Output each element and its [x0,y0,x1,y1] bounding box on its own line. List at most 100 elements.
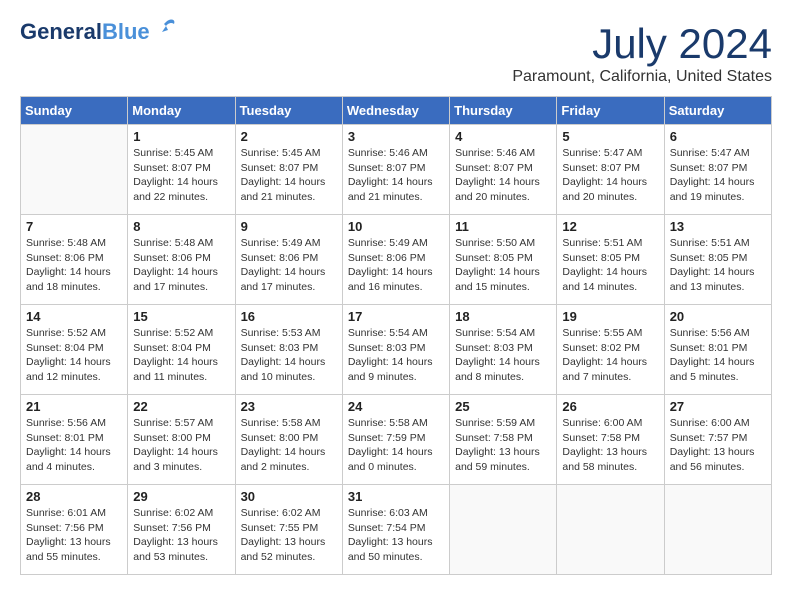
day-info: Sunrise: 6:02 AM Sunset: 7:56 PM Dayligh… [133,506,229,565]
calendar-cell: 5 Sunrise: 5:47 AM Sunset: 8:07 PM Daylig… [557,125,664,215]
calendar-cell: 11 Sunrise: 5:50 AM Sunset: 8:05 PM Dayli… [450,215,557,305]
day-info: Sunrise: 5:50 AM Sunset: 8:05 PM Dayligh… [455,236,551,295]
day-info: Sunrise: 5:54 AM Sunset: 8:03 PM Dayligh… [348,326,444,385]
location-text: Paramount, California, United States [512,68,772,86]
day-number: 7 [26,219,122,234]
calendar-cell: 23 Sunrise: 5:58 AM Sunset: 8:00 PM Dayli… [235,395,342,485]
day-number: 2 [241,129,337,144]
calendar-cell: 20 Sunrise: 5:56 AM Sunset: 8:01 PM Dayli… [664,305,771,395]
calendar-cell: 9 Sunrise: 5:49 AM Sunset: 8:06 PM Daylig… [235,215,342,305]
day-info: Sunrise: 6:02 AM Sunset: 7:55 PM Dayligh… [241,506,337,565]
page-header: GeneralBlue July 2024 Paramount, Califor… [20,20,772,86]
calendar-cell: 18 Sunrise: 5:54 AM Sunset: 8:03 PM Dayli… [450,305,557,395]
day-number: 29 [133,489,229,504]
calendar-header-friday: Friday [557,97,664,125]
title-section: July 2024 Paramount, California, United … [512,20,772,86]
month-year-title: July 2024 [512,20,772,68]
calendar-week-row: 28 Sunrise: 6:01 AM Sunset: 7:56 PM Dayli… [21,485,772,575]
calendar-cell: 19 Sunrise: 5:55 AM Sunset: 8:02 PM Dayli… [557,305,664,395]
calendar-header-thursday: Thursday [450,97,557,125]
day-info: Sunrise: 6:00 AM Sunset: 7:58 PM Dayligh… [562,416,658,475]
day-info: Sunrise: 5:56 AM Sunset: 8:01 PM Dayligh… [26,416,122,475]
day-number: 17 [348,309,444,324]
day-number: 25 [455,399,551,414]
day-info: Sunrise: 5:53 AM Sunset: 8:03 PM Dayligh… [241,326,337,385]
calendar-cell: 1 Sunrise: 5:45 AM Sunset: 8:07 PM Daylig… [128,125,235,215]
calendar-cell: 2Sunrise: 5:45 AM Sunset: 8:07 PM Daylig… [235,125,342,215]
day-info: Sunrise: 5:45 AM Sunset: 8:07 PM Dayligh… [133,146,229,205]
day-number: 22 [133,399,229,414]
day-number: 12 [562,219,658,234]
day-info: Sunrise: 5:46 AM Sunset: 8:07 PM Dayligh… [455,146,551,205]
calendar-week-row: 14Sunrise: 5:52 AM Sunset: 8:04 PM Dayli… [21,305,772,395]
calendar-cell: 6Sunrise: 5:47 AM Sunset: 8:07 PM Daylig… [664,125,771,215]
day-number: 10 [348,219,444,234]
day-number: 1 [133,129,229,144]
calendar-header-row: SundayMondayTuesdayWednesdayThursdayFrid… [21,97,772,125]
day-number: 26 [562,399,658,414]
calendar-header-monday: Monday [128,97,235,125]
calendar-cell: 4 Sunrise: 5:46 AM Sunset: 8:07 PM Daylig… [450,125,557,215]
logo: GeneralBlue [20,20,180,44]
day-number: 27 [670,399,766,414]
day-number: 21 [26,399,122,414]
calendar-cell: 13 Sunrise: 5:51 AM Sunset: 8:05 PM Dayli… [664,215,771,305]
calendar-cell: 29 Sunrise: 6:02 AM Sunset: 7:56 PM Dayli… [128,485,235,575]
calendar-week-row: 7 Sunrise: 5:48 AM Sunset: 8:06 PM Daylig… [21,215,772,305]
day-info: Sunrise: 5:51 AM Sunset: 8:05 PM Dayligh… [562,236,658,295]
day-number: 16 [241,309,337,324]
day-number: 23 [241,399,337,414]
calendar-cell [450,485,557,575]
day-info: Sunrise: 5:49 AM Sunset: 8:06 PM Dayligh… [241,236,337,295]
calendar-cell: 21 Sunrise: 5:56 AM Sunset: 8:01 PM Dayli… [21,395,128,485]
calendar-cell [21,125,128,215]
calendar-header-tuesday: Tuesday [235,97,342,125]
day-number: 31 [348,489,444,504]
day-number: 24 [348,399,444,414]
calendar-week-row: 1 Sunrise: 5:45 AM Sunset: 8:07 PM Daylig… [21,125,772,215]
day-number: 4 [455,129,551,144]
day-info: Sunrise: 5:51 AM Sunset: 8:05 PM Dayligh… [670,236,766,295]
calendar-cell: 17 Sunrise: 5:54 AM Sunset: 8:03 PM Dayli… [342,305,449,395]
calendar-cell: 26 Sunrise: 6:00 AM Sunset: 7:58 PM Dayli… [557,395,664,485]
day-number: 28 [26,489,122,504]
calendar-cell: 12 Sunrise: 5:51 AM Sunset: 8:05 PM Dayli… [557,215,664,305]
day-info: Sunrise: 5:47 AM Sunset: 8:07 PM Dayligh… [562,146,658,205]
calendar-cell: 25 Sunrise: 5:59 AM Sunset: 7:58 PM Dayli… [450,395,557,485]
calendar-cell: 24 Sunrise: 5:58 AM Sunset: 7:59 PM Dayli… [342,395,449,485]
calendar-cell: 8Sunrise: 5:48 AM Sunset: 8:06 PM Daylig… [128,215,235,305]
day-number: 15 [133,309,229,324]
day-number: 18 [455,309,551,324]
calendar-cell: 16 Sunrise: 5:53 AM Sunset: 8:03 PM Dayli… [235,305,342,395]
day-number: 13 [670,219,766,234]
day-info: Sunrise: 5:58 AM Sunset: 7:59 PM Dayligh… [348,416,444,475]
day-info: Sunrise: 5:54 AM Sunset: 8:03 PM Dayligh… [455,326,551,385]
day-number: 5 [562,129,658,144]
day-info: Sunrise: 5:48 AM Sunset: 8:06 PM Dayligh… [133,236,229,295]
day-info: Sunrise: 5:55 AM Sunset: 8:02 PM Dayligh… [562,326,658,385]
day-info: Sunrise: 5:47 AM Sunset: 8:07 PM Dayligh… [670,146,766,205]
day-number: 20 [670,309,766,324]
day-info: Sunrise: 5:59 AM Sunset: 7:58 PM Dayligh… [455,416,551,475]
day-number: 9 [241,219,337,234]
day-info: Sunrise: 5:56 AM Sunset: 8:01 PM Dayligh… [670,326,766,385]
day-number: 11 [455,219,551,234]
calendar-cell: 22Sunrise: 5:57 AM Sunset: 8:00 PM Dayli… [128,395,235,485]
day-info: Sunrise: 6:00 AM Sunset: 7:57 PM Dayligh… [670,416,766,475]
calendar-cell [664,485,771,575]
day-number: 3 [348,129,444,144]
calendar-week-row: 21 Sunrise: 5:56 AM Sunset: 8:01 PM Dayli… [21,395,772,485]
calendar-header-saturday: Saturday [664,97,771,125]
calendar-cell: 27 Sunrise: 6:00 AM Sunset: 7:57 PM Dayli… [664,395,771,485]
day-number: 19 [562,309,658,324]
calendar-cell: 3Sunrise: 5:46 AM Sunset: 8:07 PM Daylig… [342,125,449,215]
calendar-cell: 30 Sunrise: 6:02 AM Sunset: 7:55 PM Dayli… [235,485,342,575]
calendar-header-sunday: Sunday [21,97,128,125]
day-number: 14 [26,309,122,324]
bird-icon [152,14,180,42]
day-number: 30 [241,489,337,504]
calendar-header-wednesday: Wednesday [342,97,449,125]
day-info: Sunrise: 6:01 AM Sunset: 7:56 PM Dayligh… [26,506,122,565]
calendar-cell: 31Sunrise: 6:03 AM Sunset: 7:54 PM Dayli… [342,485,449,575]
day-info: Sunrise: 5:58 AM Sunset: 8:00 PM Dayligh… [241,416,337,475]
